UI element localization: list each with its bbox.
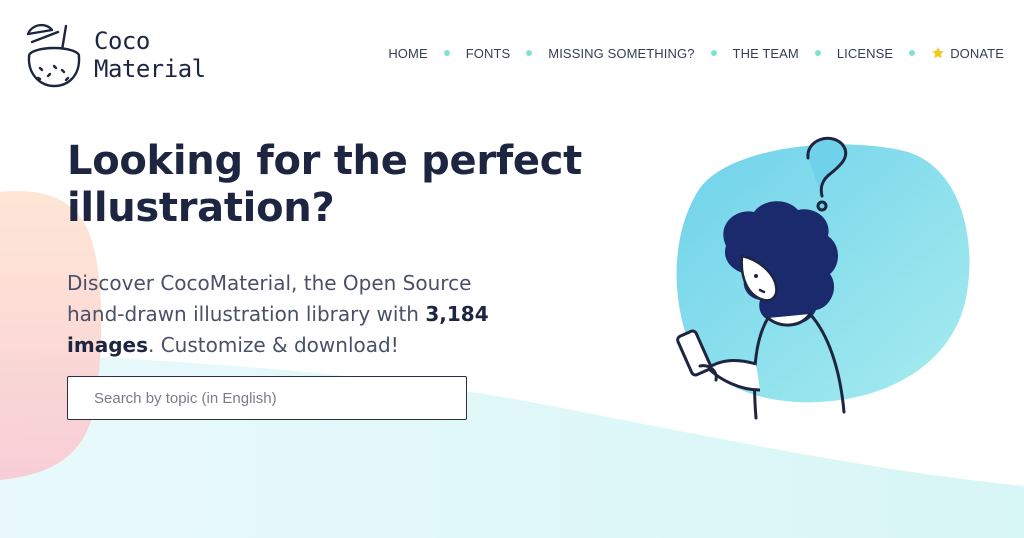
nav-license[interactable]: LICENSE — [837, 46, 893, 61]
nav-separator-dot — [710, 50, 717, 56]
logo[interactable]: Coco Material — [18, 18, 218, 92]
image-count: 3,184 — [425, 302, 489, 326]
hero-description-text: Discover CocoMaterial, the Open Source h… — [67, 271, 472, 326]
logo-line-1: Coco — [94, 27, 150, 55]
logo-line-2: Material — [94, 55, 206, 83]
nav-fonts[interactable]: FONTS — [466, 46, 511, 61]
nav-separator-dot — [526, 50, 533, 56]
main-nav: HOME FONTS MISSING SOMETHING? THE TEAM L… — [388, 44, 1004, 62]
nav-donate-label: DONATE — [950, 45, 1004, 61]
hero-headline: Looking for the perfect illustration? — [67, 138, 582, 231]
nav-separator-dot — [814, 50, 821, 56]
star-icon — [932, 47, 945, 59]
nav-donate[interactable]: DONATE — [931, 46, 1004, 61]
nav-missing-something[interactable]: MISSING SOMETHING? — [548, 46, 694, 61]
search-box — [67, 376, 467, 420]
hero-description-end: . Customize & download! — [147, 333, 399, 357]
search-input[interactable] — [68, 377, 466, 419]
logo-wordmark: Coco Material — [94, 27, 206, 83]
woman-with-phone-illustration — [676, 136, 970, 420]
nav-home[interactable]: HOME — [388, 46, 427, 61]
nav-separator-dot — [909, 50, 916, 56]
coconut-logo-icon — [26, 23, 81, 88]
nav-separator-dot — [443, 50, 450, 56]
nav-the-team[interactable]: THE TEAM — [733, 46, 799, 61]
hero-description: Discover CocoMaterial, the Open Source h… — [67, 268, 517, 361]
images-word: images — [67, 333, 148, 357]
